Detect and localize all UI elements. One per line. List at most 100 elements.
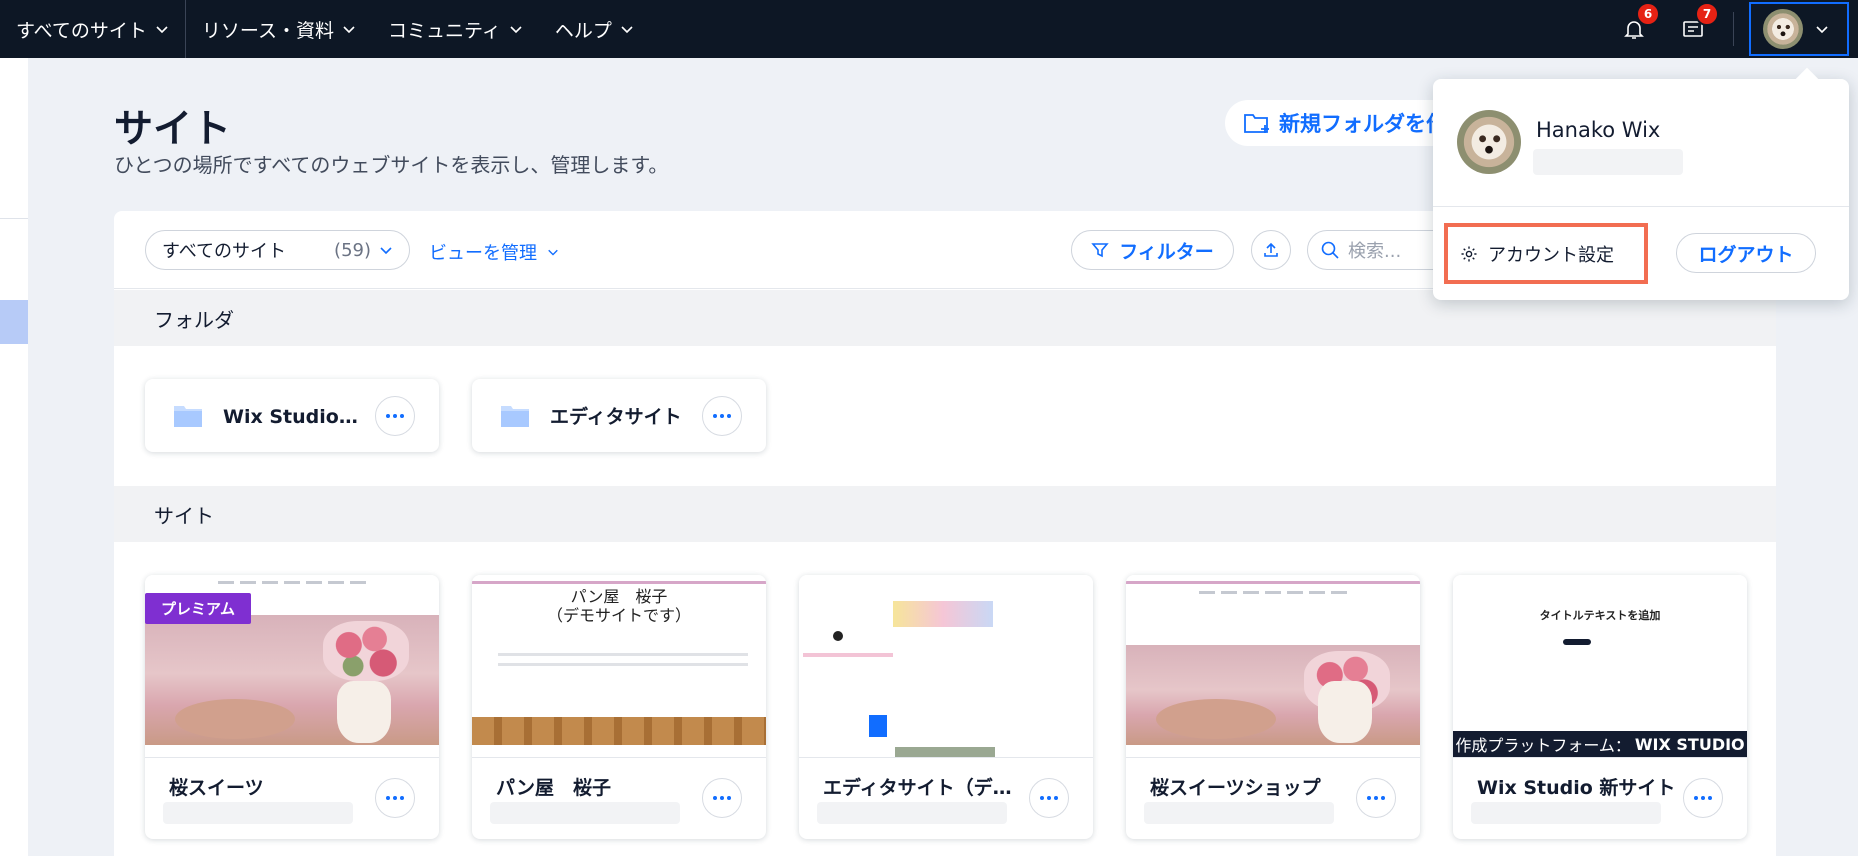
wix-studio-strip: 作成プラットフォーム： WIX STUDIO: [1453, 731, 1747, 757]
account-menu-popover: Hanako Wix アカウント設定 ログアウト: [1433, 79, 1849, 300]
more-actions-button[interactable]: [375, 778, 415, 818]
notifications-button[interactable]: 6: [1614, 0, 1660, 58]
thumbnail-dot: [833, 631, 843, 641]
new-folder-label: 新規フォルダを作成: [1279, 112, 1455, 136]
top-navigation-bar: すべてのサイト リソース・資料 コミュニティ ヘルプ 6 7: [0, 0, 1858, 58]
chevron-down-icon: [548, 249, 558, 256]
nav-community[interactable]: コミュニティ: [372, 0, 539, 58]
thumbnail-menu-row: [803, 653, 893, 657]
thumbnail-menu-row: [498, 653, 748, 656]
nav-divider: [1733, 12, 1734, 46]
premium-badge: プレミアム: [145, 593, 251, 624]
strip-label: 作成プラットフォーム：: [1455, 736, 1631, 755]
upload-icon: [1264, 242, 1278, 257]
chevron-down-icon: [1816, 26, 1828, 34]
thumbnail-banner: [893, 601, 993, 627]
chevron-down-icon: [380, 247, 392, 255]
nav-help-label: ヘルプ: [554, 19, 612, 42]
chevron-down-icon: [343, 26, 355, 34]
logout-button[interactable]: ログアウト: [1676, 233, 1816, 273]
folder-icon: [174, 405, 202, 427]
site-card[interactable]: エディタサイト（デモ）: [799, 575, 1093, 839]
site-thumbnail: [799, 575, 1093, 758]
site-card[interactable]: パン屋 桜子 （デモサイトです） パン屋 桜子: [472, 575, 766, 839]
thumbnail-photo: [895, 747, 995, 757]
folder-name: エディタサイト: [550, 406, 682, 428]
nav-all-sites[interactable]: すべてのサイト: [0, 0, 185, 58]
site-card[interactable]: タイトルテキストを追加 作成プラットフォーム： WIX STUDIO Wix S…: [1453, 575, 1747, 839]
site-url-blurred: [163, 802, 353, 824]
chevron-down-icon: [510, 26, 522, 34]
search-icon: [1321, 241, 1339, 259]
account-settings-button[interactable]: アカウント設定: [1444, 223, 1648, 284]
manage-views-button[interactable]: ビューを管理: [429, 239, 559, 265]
add-folder-icon: [1244, 114, 1269, 133]
filter-label: フィルター: [1119, 240, 1214, 263]
messages-button[interactable]: 7: [1673, 0, 1719, 58]
search-placeholder: 検索...: [1348, 241, 1402, 262]
thumbnail-nav: [1126, 591, 1420, 601]
site-thumbnail: [1126, 575, 1420, 758]
more-actions-button[interactable]: [702, 395, 742, 436]
nav-help[interactable]: ヘルプ: [539, 0, 650, 58]
account-menu-button[interactable]: [1749, 2, 1849, 56]
page-title: サイト: [114, 107, 232, 152]
site-thumbnail: パン屋 桜子 （デモサイトです）: [472, 575, 766, 758]
notifications-count-badge: 6: [1636, 2, 1660, 26]
site-url-blurred: [490, 802, 680, 824]
thumbnail-title: タイトルテキストを追加: [1539, 609, 1661, 622]
site-url-blurred: [1144, 802, 1334, 824]
nav-resources[interactable]: リソース・資料: [186, 0, 372, 58]
user-email-blurred: [1533, 149, 1683, 175]
thumbnail-title-line: パン屋 桜子: [570, 587, 668, 606]
left-sidebar: [0, 58, 28, 856]
popover-divider: [1433, 206, 1849, 207]
folders-heading: フォルダ: [154, 307, 234, 332]
more-actions-button[interactable]: [375, 395, 415, 436]
chevron-down-icon: [621, 26, 633, 34]
more-actions-button[interactable]: [702, 778, 742, 818]
site-card[interactable]: 桜スイーツショップ: [1126, 575, 1420, 839]
nav-resources-label: リソース・資料: [201, 19, 334, 42]
more-actions-button[interactable]: [1356, 778, 1396, 818]
thumbnail-title: パン屋 桜子 （デモサイトです）: [472, 587, 766, 625]
avatar: [1457, 110, 1521, 174]
new-folder-button[interactable]: 新規フォルダを作成: [1225, 100, 1455, 146]
folder-name: Wix Studio サイト: [223, 406, 363, 428]
site-name: エディタサイト（デモ）: [823, 777, 1023, 799]
filter-icon: [1091, 243, 1109, 258]
sidebar-item-selected[interactable]: [0, 300, 28, 344]
gear-icon: [1461, 246, 1477, 261]
nav-community-label: コミュニティ: [387, 19, 501, 42]
nav-all-sites-label: すべてのサイト: [16, 19, 147, 42]
avatar: [1763, 9, 1803, 49]
view-selector[interactable]: すべてのサイト (59): [145, 230, 410, 270]
filter-button[interactable]: フィルター: [1071, 230, 1234, 270]
site-url-blurred: [817, 802, 1007, 824]
folder-icon: [501, 405, 529, 427]
messages-count-badge: 7: [1695, 2, 1719, 26]
sites-section-heading: サイト: [114, 486, 1776, 542]
site-card[interactable]: プレミアム 桜スイーツ: [145, 575, 439, 839]
page-subtitle: ひとつの場所ですべてのウェブサイトを表示し、管理します。: [114, 153, 669, 177]
site-name: 桜スイーツ: [169, 777, 264, 799]
more-actions-button[interactable]: [1683, 778, 1723, 818]
logout-label: ログアウト: [1698, 243, 1794, 266]
export-button[interactable]: [1251, 230, 1291, 270]
folder-card[interactable]: エディタサイト: [472, 379, 766, 452]
folder-card[interactable]: Wix Studio サイト: [145, 379, 439, 452]
account-settings-label: アカウント設定: [1488, 244, 1614, 266]
thumbnail-photo: [145, 615, 439, 745]
more-actions-button[interactable]: [1029, 778, 1069, 818]
view-selector-label: すべてのサイト: [162, 241, 287, 262]
thumbnail-photo: [1126, 645, 1420, 745]
thumbnail-topline: [1126, 581, 1420, 584]
user-name: Hanako Wix: [1536, 118, 1661, 142]
thumbnail-nav: [145, 581, 439, 591]
site-name: 桜スイーツショップ: [1150, 777, 1321, 799]
sites-heading: サイト: [154, 503, 214, 528]
thumbnail-doc: [869, 715, 887, 737]
strip-brand: WIX STUDIO: [1634, 734, 1745, 754]
thumbnail-button: [1563, 639, 1591, 645]
thumbnail-topline: [472, 581, 766, 584]
